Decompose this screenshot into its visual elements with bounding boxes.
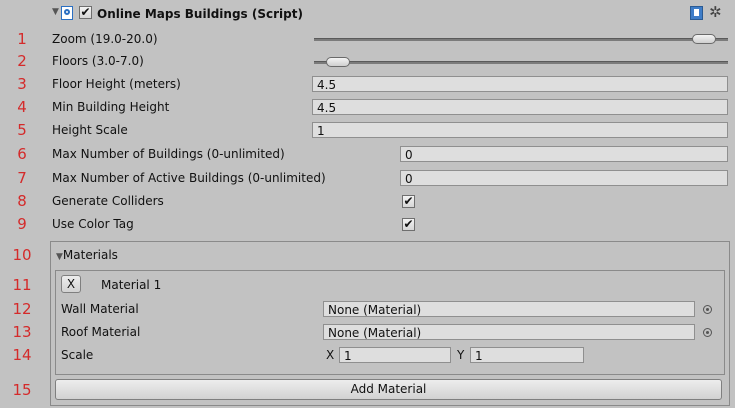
component-title: Online Maps Buildings (Script) [97,7,303,21]
row-number: 4 [17,98,27,116]
row-number: 5 [17,121,27,139]
scale-y-label[interactable]: Y [457,346,464,364]
row-number: 7 [17,169,27,187]
material-item-title: Material 1 [101,278,162,292]
zoom-slider-thumb[interactable] [692,34,717,44]
gear-icon[interactable]: ✲ [709,3,722,21]
zoom-label: Zoom (19.0-20.0) [52,32,158,46]
floors-label: Floors (3.0-7.0) [52,54,144,68]
row-number: 11 [12,276,32,294]
row-number: 8 [17,192,27,210]
scale-x-label[interactable]: X [326,346,334,364]
max-active-buildings-field[interactable]: 0 [400,170,728,186]
row-number: 1 [17,30,27,48]
floor-height-label: Floor Height (meters) [52,77,181,91]
row-number: 3 [17,75,27,93]
use-color-tag-checkbox[interactable]: ✔ [402,218,415,231]
object-picker-icon[interactable] [703,328,712,337]
row-number: 13 [12,323,32,341]
materials-foldout[interactable]: ▼Materials [56,246,118,266]
floors-slider-thumb[interactable] [325,57,350,67]
floors-slider-track[interactable] [314,61,728,64]
max-buildings-label: Max Number of Buildings (0-unlimited) [52,147,285,161]
min-building-height-label: Min Building Height [52,100,170,114]
use-color-tag-label: Use Color Tag [52,217,134,231]
generate-colliders-label: Generate Colliders [52,194,164,208]
zoom-slider-track[interactable] [314,38,728,41]
row-number: 15 [12,381,32,399]
foldout-triangle-icon[interactable]: ▼ [52,7,59,17]
component-header: ▼ ✔ Online Maps Buildings (Script) ✲ [0,0,735,30]
row-number: 14 [12,346,32,364]
row-number: 6 [17,145,27,163]
materials-foldout-label: Materials [62,248,118,262]
scale-x-field[interactable]: 1 [339,347,451,363]
max-active-buildings-label: Max Number of Active Buildings (0-unlimi… [52,171,326,185]
add-material-button[interactable]: Add Material [55,379,722,400]
scale-label: Scale [61,348,94,362]
height-scale-label: Height Scale [52,123,128,137]
foldout-triangle-icon: ▼ [56,252,63,262]
min-building-height-field[interactable]: 4.5 [312,99,728,115]
scale-y-field[interactable]: 1 [470,347,584,363]
row-number: 10 [12,246,32,264]
roof-material-field[interactable]: None (Material) [323,324,695,340]
row-number: 12 [12,300,32,318]
roof-material-label: Roof Material [61,325,141,339]
remove-material-button[interactable]: X [61,275,81,293]
wall-material-field[interactable]: None (Material) [323,301,695,317]
wall-material-label: Wall Material [61,302,139,316]
row-number: 9 [17,215,27,233]
row-number: 2 [17,52,27,70]
component-enabled-checkbox[interactable]: ✔ [79,6,92,19]
script-icon [61,6,73,20]
floor-height-field[interactable]: 4.5 [312,76,728,92]
object-picker-icon[interactable] [703,305,712,314]
help-book-icon[interactable] [690,6,703,20]
generate-colliders-checkbox[interactable]: ✔ [402,195,415,208]
max-buildings-field[interactable]: 0 [400,146,728,162]
height-scale-field[interactable]: 1 [312,122,728,138]
